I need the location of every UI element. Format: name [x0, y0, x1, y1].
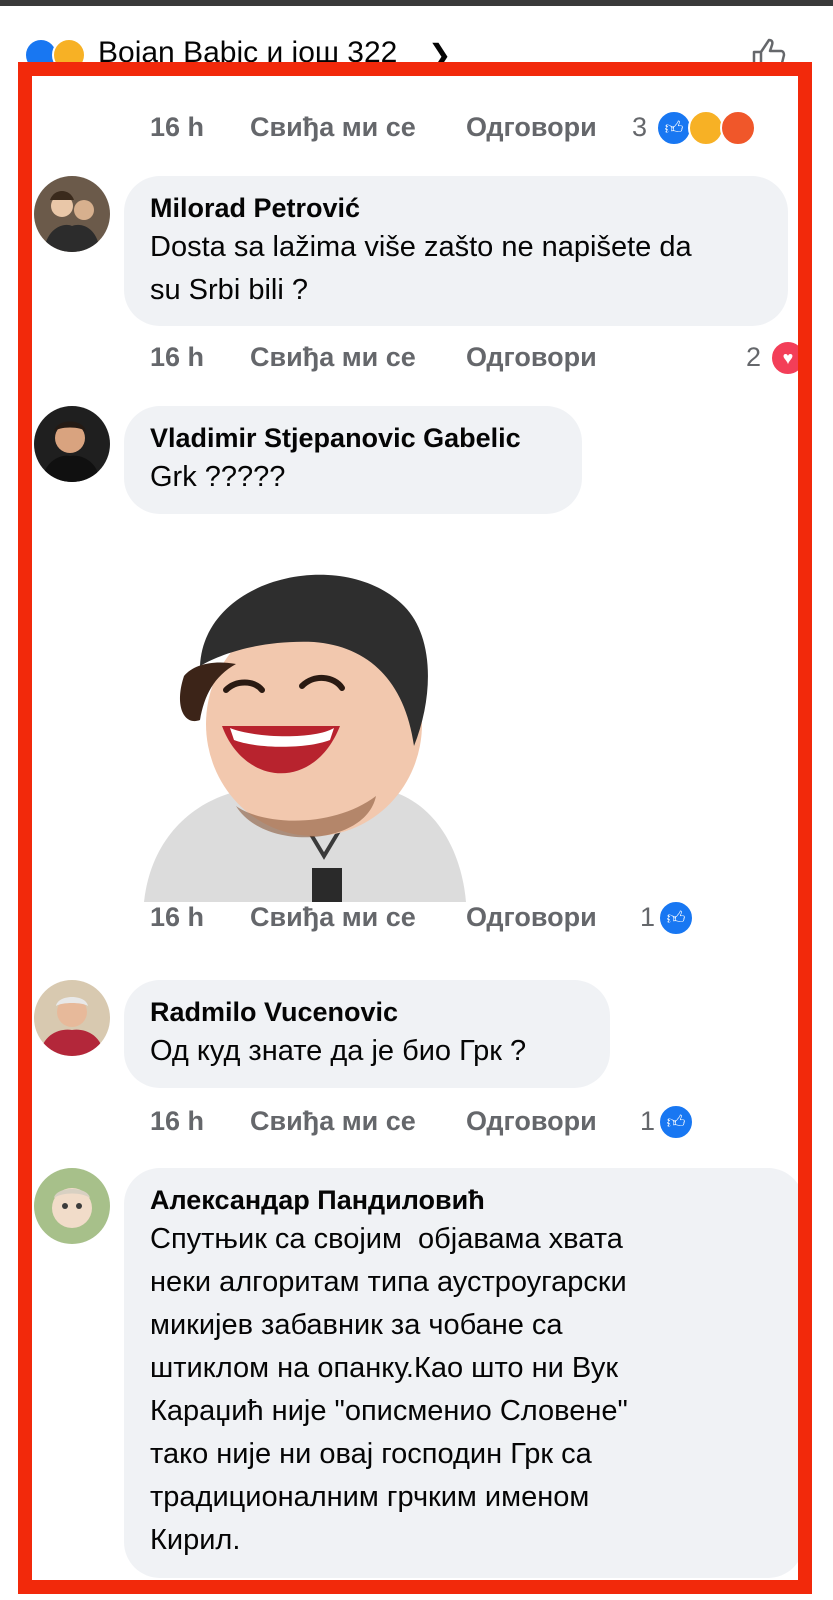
comment-text: Од куд знате да је био Грк ? [150, 1035, 527, 1067]
comment-time[interactable]: 16 h [150, 342, 204, 373]
comment-text: Dosta sa lažima više zašto ne napišete d… [150, 231, 692, 306]
like-button[interactable]: Свиђа ми се [250, 342, 416, 373]
angry-reaction-icon [720, 110, 756, 146]
like-reaction-icon: 👍︎ [656, 110, 692, 146]
comment-author[interactable]: Vladimir Stjepanovic Gabelic [150, 420, 556, 456]
comment-author[interactable]: Radmilo Vucenovic [150, 994, 584, 1030]
comment-bubble: Radmilo Vucenovic Од куд знате да је био… [124, 980, 610, 1088]
comment-author[interactable]: Александар Пандиловић [150, 1182, 778, 1218]
like-button[interactable]: Свиђа ми се [250, 902, 416, 933]
reaction-summary[interactable]: 1 👍︎ [640, 1104, 700, 1146]
comment-bubble: Александар Пандиловић Спутњик са својим … [124, 1168, 798, 1578]
reply-button[interactable]: Одговори [466, 1106, 597, 1137]
status-bar-edge [0, 0, 833, 6]
reaction-count: 1 [640, 902, 656, 932]
reaction-summary[interactable]: 1 👍︎ [640, 900, 700, 942]
comment-text: Grk ????? [150, 461, 286, 493]
comment-bubble: Milorad Petrović Dosta sa lažima više za… [124, 176, 788, 326]
reaction-summary[interactable]: 3 👍︎ [632, 110, 762, 152]
comment-time[interactable]: 16 h [150, 902, 204, 933]
reply-button[interactable]: Одговори [466, 902, 597, 933]
like-reaction-icon: 👍︎ [658, 1104, 694, 1140]
like-button[interactable]: Свиђа ми се [250, 112, 416, 143]
comment-author[interactable]: Milorad Petrović [150, 190, 762, 226]
reply-button[interactable]: Одговори [466, 342, 597, 373]
comment-text: Спутњик са својим објавама хвата неки ал… [150, 1223, 628, 1556]
comment-bubble: Vladimir Stjepanovic Gabelic Grk ????? [124, 406, 582, 514]
avatar[interactable] [34, 176, 110, 252]
reaction-count: 1 [640, 1106, 656, 1136]
avatar[interactable] [34, 406, 110, 482]
care-reaction-icon [688, 110, 724, 146]
reaction-count: 3 [632, 112, 648, 142]
like-button[interactable]: Свиђа ми се [250, 1106, 416, 1137]
reaction-summary[interactable]: 2 ♥ [746, 340, 798, 382]
love-reaction-icon: ♥ [770, 340, 798, 376]
like-reaction-icon: 👍︎ [658, 900, 694, 936]
highlight-frame: 16 h Свиђа ми се Одговори 3 👍︎ Milorad P… [18, 62, 812, 1594]
avatar[interactable] [34, 1168, 110, 1244]
reply-button[interactable]: Одговори [466, 112, 597, 143]
reaction-count: 2 [746, 342, 762, 372]
laughing-avatar-sticker [144, 574, 466, 902]
comment-time[interactable]: 16 h [150, 1106, 204, 1137]
avatar[interactable] [34, 980, 110, 1056]
comment-time[interactable]: 16 h [150, 112, 204, 143]
